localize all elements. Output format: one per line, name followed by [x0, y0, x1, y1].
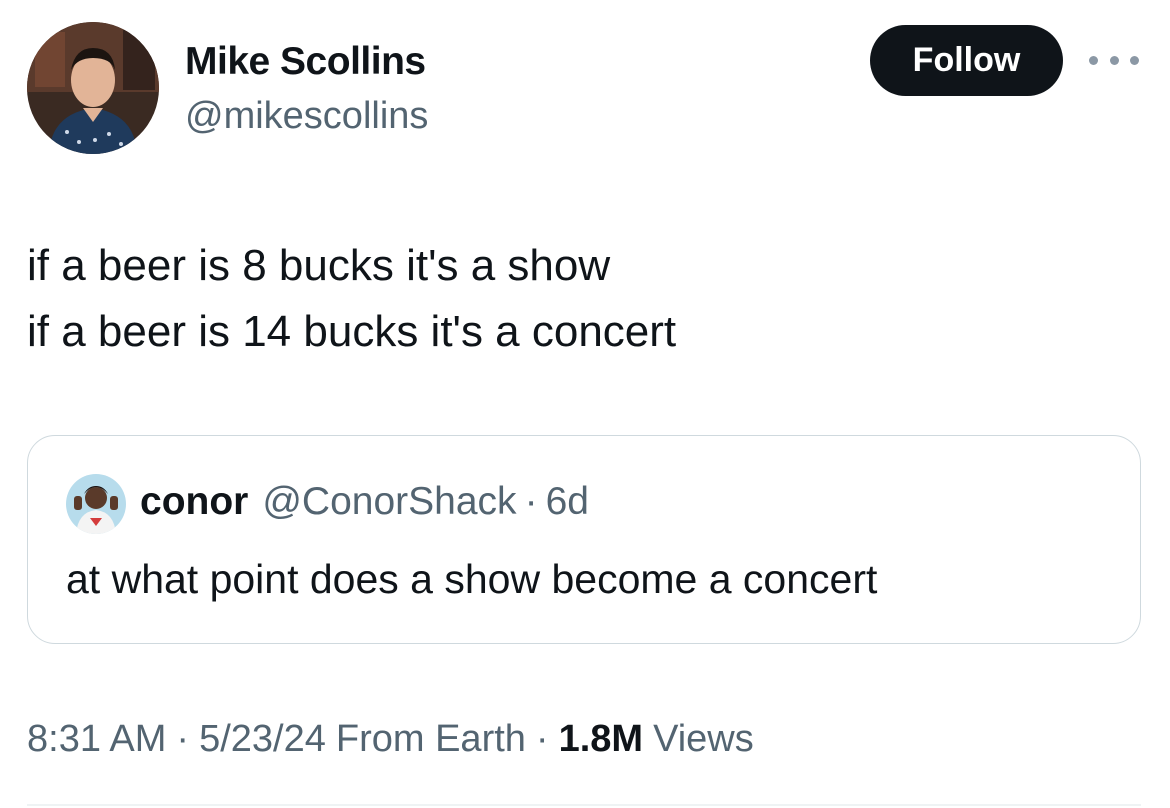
- author-handle[interactable]: @mikescollins: [185, 95, 428, 138]
- quoted-author-avatar[interactable]: [66, 474, 126, 534]
- quoted-tweet-time[interactable]: 6d: [546, 480, 589, 524]
- author-name[interactable]: Mike Scollins: [185, 40, 426, 84]
- more-dot: [1130, 55, 1139, 65]
- quoted-author-handle[interactable]: @ConorShack: [262, 480, 516, 524]
- separator: ·: [176, 718, 190, 760]
- more-dot: [1109, 55, 1119, 65]
- views-label: Views: [653, 718, 754, 760]
- tweet-location: From Earth: [335, 718, 526, 760]
- quoted-tweet-text: at what point does a show become a conce…: [66, 556, 878, 602]
- author-avatar-photo: [27, 22, 159, 154]
- tweet-date[interactable]: 5/23/24: [199, 718, 326, 761]
- tweet-text: if a beer is 8 bucks it's a show if a be…: [27, 233, 676, 365]
- author-avatar[interactable]: [27, 22, 159, 154]
- tweet-text-line: if a beer is 14 bucks it's a concert: [27, 307, 677, 356]
- divider: [27, 804, 1141, 806]
- tweet-text-line: if a beer is 8 bucks it's a show: [27, 241, 611, 290]
- quoted-tweet-header: conor @ConorShack · 6d: [140, 480, 589, 524]
- views-count[interactable]: 1.8M: [559, 718, 643, 761]
- follow-button[interactable]: Follow: [870, 25, 1063, 96]
- quoted-avatar-photo: [66, 474, 126, 534]
- separator: ·: [524, 480, 538, 523]
- tweet-meta: 8:31 AM · 5/23/24 From Earth · 1.8M View…: [27, 718, 754, 761]
- quoted-tweet[interactable]: conor @ConorShack · 6d at what point doe…: [27, 435, 1141, 644]
- separator: ·: [535, 718, 549, 760]
- more-options-icon[interactable]: [1089, 48, 1139, 72]
- more-dot: [1089, 55, 1098, 65]
- quoted-author-name[interactable]: conor: [140, 480, 248, 524]
- tweet-time[interactable]: 8:31 AM: [27, 718, 166, 761]
- tweet-detail: Mike Scollins @mikescollins Follow if a …: [0, 0, 1170, 808]
